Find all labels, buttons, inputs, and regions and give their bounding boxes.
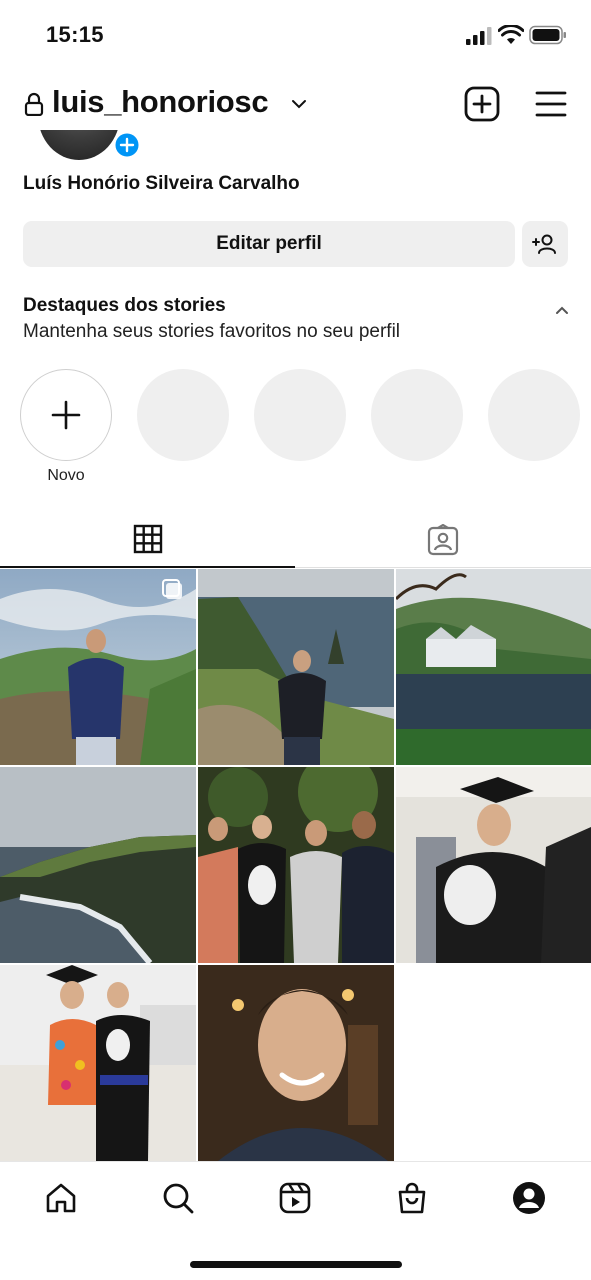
new-post-icon[interactable]: [464, 86, 500, 122]
new-highlight-label: Novo: [47, 467, 85, 484]
grid-icon: [133, 524, 162, 554]
nav-search[interactable]: [158, 1178, 198, 1218]
post-thumbnail[interactable]: [0, 569, 196, 765]
username[interactable]: luis_honoriosc: [52, 84, 269, 120]
lock-icon: [24, 92, 44, 116]
battery-icon: [529, 25, 566, 45]
highlight-placeholder: [254, 369, 346, 461]
full-name: Luís Honório Silveira Carvalho: [23, 173, 300, 194]
add-person-icon: [532, 234, 556, 254]
wifi-icon: [498, 25, 524, 44]
tab-tagged[interactable]: [295, 512, 591, 568]
post-thumbnail[interactable]: [0, 965, 196, 1161]
search-icon: [163, 1183, 194, 1214]
shop-icon: [398, 1182, 426, 1214]
status-bar: 15:15: [0, 0, 591, 70]
reels-icon: [279, 1182, 311, 1214]
post-thumbnail[interactable]: [198, 965, 394, 1161]
home-icon: [46, 1183, 76, 1213]
bottom-navigation: [0, 1161, 591, 1233]
highlights-row: Novo: [0, 369, 591, 489]
chevron-up-icon[interactable]: [553, 303, 571, 317]
profile-header: luis_honoriosc: [0, 80, 591, 130]
chevron-down-icon[interactable]: [290, 97, 308, 111]
nav-home[interactable]: [41, 1178, 81, 1218]
nav-shop[interactable]: [392, 1178, 432, 1218]
tagged-icon: [427, 524, 459, 556]
status-time: 15:15: [46, 22, 104, 47]
highlight-placeholder: [371, 369, 463, 461]
post-thumbnail[interactable]: [0, 767, 196, 963]
profile-tabs: [0, 512, 591, 568]
discover-people-button[interactable]: [522, 221, 568, 267]
highlights-subtitle: Mantenha seus stories favoritos no seu p…: [23, 321, 401, 342]
edit-profile-button[interactable]: Editar perfil: [23, 221, 515, 267]
post-thumbnail[interactable]: [396, 569, 591, 765]
highlight-placeholder: [488, 369, 580, 461]
nav-profile[interactable]: [509, 1178, 549, 1218]
profile-icon: [513, 1182, 545, 1214]
new-highlight-button[interactable]: [20, 369, 112, 461]
highlights-title: Destaques dos stories: [23, 295, 226, 316]
home-indicator: [190, 1261, 402, 1268]
post-thumbnail[interactable]: [198, 767, 394, 963]
tab-posts-grid[interactable]: [0, 512, 295, 568]
menu-icon[interactable]: [535, 90, 567, 118]
nav-reels[interactable]: [275, 1178, 315, 1218]
post-thumbnail[interactable]: [198, 569, 394, 765]
add-story-icon[interactable]: [111, 131, 143, 159]
signal-icon: [466, 27, 492, 45]
highlight-placeholder: [137, 369, 229, 461]
post-thumbnail[interactable]: [396, 767, 591, 963]
plus-icon: [51, 400, 81, 430]
avatar[interactable]: [38, 130, 118, 160]
